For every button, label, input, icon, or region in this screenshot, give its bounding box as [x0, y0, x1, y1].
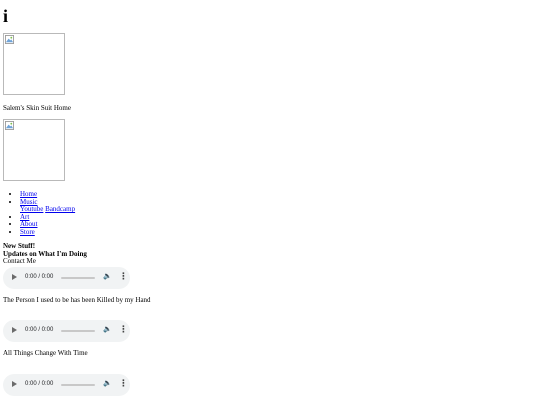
more-options-icon[interactable]: ⋮ [119, 378, 128, 389]
audio-progress-track[interactable] [61, 277, 95, 279]
audio-time: 0:00 / 0:00 [25, 381, 54, 387]
volume-icon[interactable]: 🔈 [103, 379, 112, 387]
volume-icon[interactable]: 🔈 [103, 325, 112, 333]
track-title: The Person I used to be has been Killed … [3, 296, 151, 304]
play-icon[interactable] [12, 381, 17, 387]
audio-time: 0:00 / 0:00 [25, 327, 54, 333]
nav-link-bandcamp[interactable]: Bandcamp [45, 205, 75, 213]
audio-progress-track[interactable] [61, 330, 95, 332]
banner-image [3, 119, 65, 181]
audio-player: 0:00 / 0:00 🔈 ⋮ [3, 374, 130, 396]
page-heading: i [3, 6, 9, 26]
main-nav: Home Music Youtube Bandcamp Art About St… [0, 190, 75, 237]
section-contact: Contact Me [3, 257, 36, 265]
more-options-icon[interactable]: ⋮ [119, 271, 128, 282]
header-image [3, 33, 65, 95]
nav-item-music: Music Youtube Bandcamp [20, 198, 75, 214]
nav-item-store: Store [20, 228, 75, 237]
audio-player: 0:00 / 0:00 🔈 ⋮ [3, 320, 130, 342]
nav-link-store[interactable]: Store [20, 228, 35, 236]
track-title: All Things Change With Time [3, 349, 88, 357]
site-title: Salem's Skin Suit Home [3, 104, 71, 112]
more-options-icon[interactable]: ⋮ [119, 324, 128, 335]
play-icon[interactable] [12, 327, 17, 333]
audio-progress-track[interactable] [61, 384, 95, 386]
play-icon[interactable] [12, 274, 17, 280]
broken-image-icon [5, 121, 14, 130]
audio-player: 0:00 / 0:00 🔈 ⋮ [3, 267, 130, 289]
audio-time: 0:00 / 0:00 [25, 274, 54, 280]
broken-image-icon [5, 35, 14, 44]
volume-icon[interactable]: 🔈 [103, 272, 112, 280]
